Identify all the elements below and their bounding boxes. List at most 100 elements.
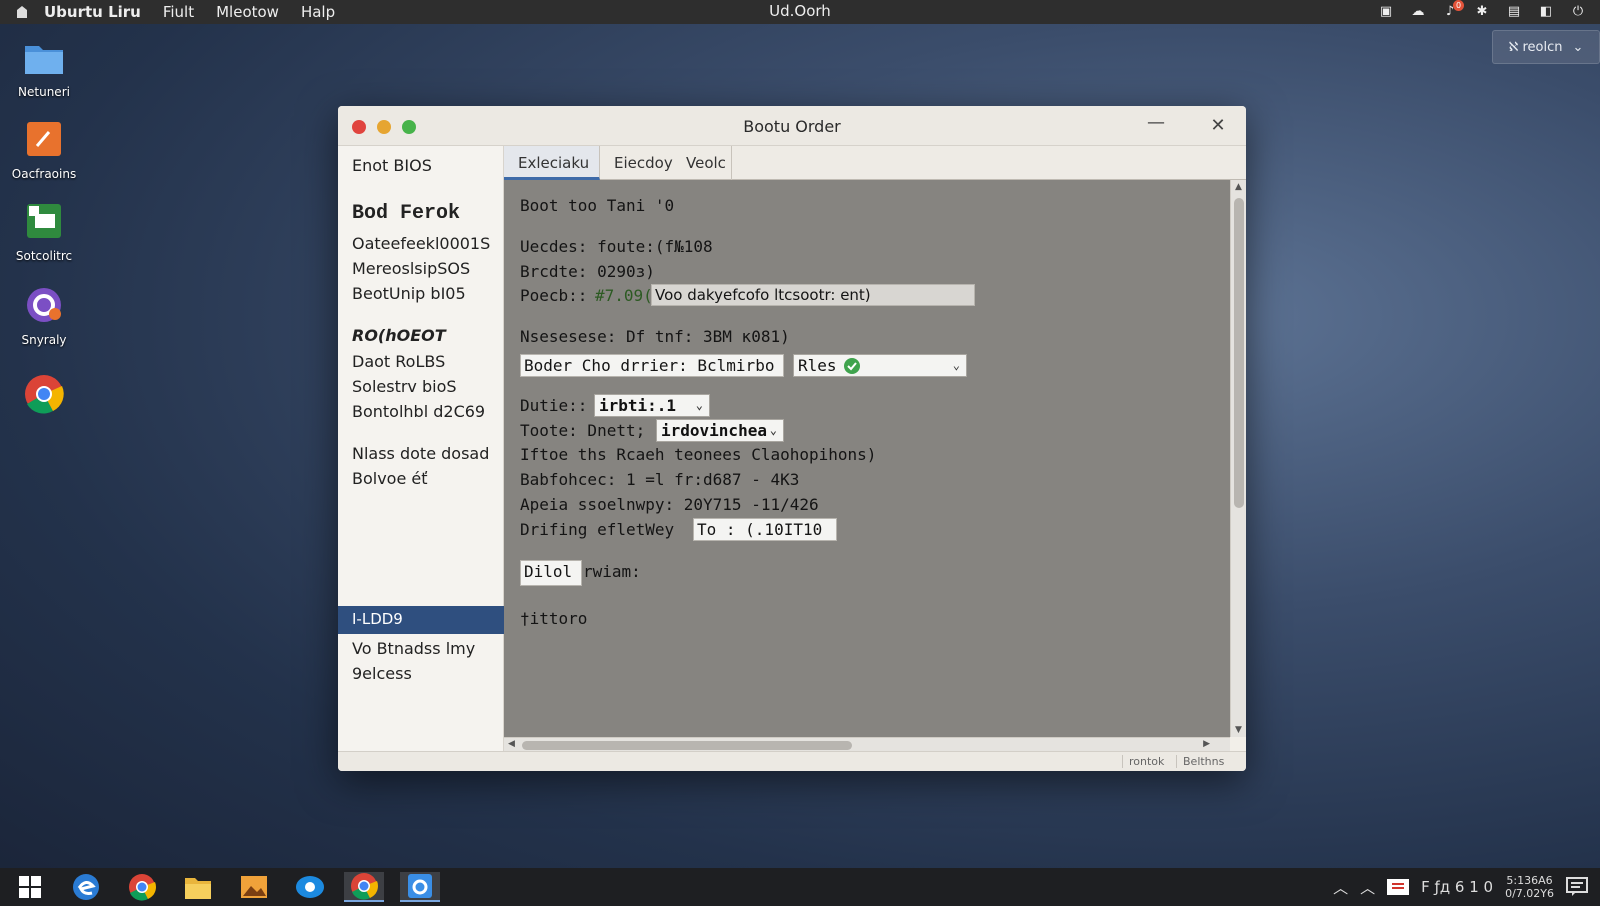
chevron-up-icon[interactable]: ︿ bbox=[1360, 877, 1375, 898]
horizontal-scrollbar[interactable]: ◀ ▶ bbox=[504, 737, 1230, 751]
taskbar-photos[interactable] bbox=[234, 872, 274, 902]
sidebar-item[interactable]: Nlass dote dosad bbox=[352, 444, 489, 463]
display-icon[interactable]: ◧ bbox=[1536, 4, 1556, 20]
timeout-field[interactable]: To : (.10IT10 bbox=[693, 518, 837, 541]
clock[interactable]: 5:136A6 0/7.02Y6 bbox=[1505, 874, 1554, 900]
notification-badge: 0 bbox=[1453, 0, 1464, 11]
app-logo-icon[interactable] bbox=[14, 4, 30, 20]
menu-app-name[interactable]: Uburtu Liru bbox=[44, 3, 141, 21]
flag-icon[interactable] bbox=[1387, 879, 1410, 895]
boot-config-panel: Boot too Tani '0 Uecdes: foute:(f№108 Br… bbox=[504, 180, 1230, 737]
desktop-icon-spreadsheet[interactable]: Sotcolitrc bbox=[8, 202, 80, 263]
file-explorer-icon bbox=[185, 878, 211, 899]
sidebar-item[interactable]: Bolvoe éť bbox=[352, 469, 428, 488]
status-bar: rontok Belthns bbox=[338, 751, 1246, 771]
sidebar-item-selected[interactable]: I-LDD9 bbox=[338, 606, 504, 634]
desktop-icon-label: Snyraly bbox=[21, 333, 67, 347]
boot-order-window: Bootu Order — ✕ Enot BIOS Bod Ferok Oate… bbox=[338, 106, 1246, 771]
status-item: rontok bbox=[1122, 755, 1164, 768]
battery-icon[interactable]: ▤ bbox=[1504, 4, 1524, 20]
sidebar-item[interactable]: MereoslsipSOS bbox=[352, 259, 470, 278]
taskbar-files[interactable] bbox=[178, 872, 218, 902]
screen-selector-button[interactable]: ℵ reolcn ⌄ bbox=[1492, 30, 1600, 64]
sidebar-item[interactable]: Oateefeekl0001S bbox=[352, 234, 490, 253]
spreadsheet-app-icon bbox=[27, 204, 61, 238]
content-line: Iftoe ths Rcaeh teonees Claohopihons) bbox=[520, 445, 877, 464]
start-button[interactable] bbox=[10, 872, 50, 902]
sidebar-item-top[interactable]: Enot BIOS bbox=[352, 156, 432, 175]
rules-select-value: Rles bbox=[798, 356, 837, 375]
system-tray: ︿ ︿ F ƒд 6 1 0 5:136A6 0/7.02Y6 bbox=[1333, 868, 1600, 906]
desktop-icon-chrome[interactable] bbox=[8, 374, 80, 421]
boot-driver-field[interactable]: Boder Cho drrier: Bclmirbo bbox=[520, 354, 784, 377]
scroll-right-icon[interactable]: ▶ bbox=[1203, 739, 1210, 749]
content-line-label: Drifing efletWey bbox=[520, 520, 675, 539]
sidebar-item[interactable]: Solestrv bioS bbox=[352, 377, 457, 396]
scroll-up-icon[interactable]: ▲ bbox=[1235, 182, 1242, 192]
check-circle-icon bbox=[844, 358, 860, 374]
desktop-icon-chat[interactable]: Snyraly bbox=[8, 286, 80, 347]
desktop-icon-label: Sotcolitrc bbox=[15, 249, 73, 263]
topbar-tray: ▣ ☁ ♪ 0 ✱ ▤ ◧ ⏻ bbox=[1376, 0, 1600, 24]
button-suffix-text: rwiam: bbox=[583, 562, 641, 581]
vertical-scrollbar[interactable]: ▲ ▼ bbox=[1230, 180, 1246, 737]
chevron-up-icon[interactable]: ︿ bbox=[1333, 877, 1348, 898]
cloud-icon[interactable]: ☁ bbox=[1408, 4, 1428, 20]
chrome-icon bbox=[25, 375, 64, 414]
chevron-down-icon: ⌄ bbox=[769, 423, 777, 437]
sidebar-subheading: RO(һOEOT bbox=[352, 326, 446, 345]
content-line-label: Poecb:: bbox=[520, 286, 588, 305]
desktop-icon-label: Netuneri bbox=[18, 85, 70, 99]
scroll-down-icon[interactable]: ▼ bbox=[1235, 725, 1242, 735]
power-icon[interactable]: ⏻ bbox=[1568, 4, 1588, 20]
dialog-button[interactable]: Dilol bbox=[520, 560, 582, 586]
sidebar-item[interactable]: 9elcess bbox=[352, 664, 412, 683]
desktop-icon-tools[interactable]: Oacfraoins bbox=[8, 120, 80, 181]
sidebar-item[interactable]: Bontolhbl d2C69 bbox=[352, 402, 485, 421]
device-select[interactable]: irdovinchea ⌄ bbox=[656, 419, 784, 442]
tab-volume[interactable]: Veolc bbox=[672, 146, 732, 180]
screenshot-icon[interactable]: ▣ bbox=[1376, 4, 1396, 20]
sidebar-item[interactable]: BeotUnip bI05 bbox=[352, 284, 466, 303]
scroll-left-icon[interactable]: ◀ bbox=[508, 739, 515, 749]
menu-help[interactable]: Halp bbox=[301, 3, 335, 21]
menu-file[interactable]: Fiult bbox=[163, 3, 194, 21]
desktop-icon-folder[interactable]: Netuneri bbox=[8, 38, 80, 99]
horizontal-scroll-thumb[interactable] bbox=[522, 741, 852, 750]
taskbar-chrome[interactable] bbox=[122, 872, 162, 902]
date-select[interactable]: irbti:.1 ⌄ bbox=[594, 394, 710, 417]
store-app-icon bbox=[408, 874, 432, 898]
top-menu-bar: Uburtu Liru Fiult Mleotow Halp Ud.Oorh ▣… bbox=[0, 0, 1600, 24]
notification-center-icon[interactable] bbox=[1566, 877, 1588, 897]
menu-view[interactable]: Mleotow bbox=[216, 3, 279, 21]
bluetooth-icon[interactable]: ✱ bbox=[1472, 4, 1492, 20]
content-line: Babfohcec: 1 =l fr:d687 - 4K3 bbox=[520, 470, 800, 489]
rules-select[interactable]: Rles ⌄ bbox=[793, 354, 967, 377]
systray-text[interactable]: F ƒд 6 1 0 bbox=[1421, 878, 1493, 896]
close-icon[interactable]: ✕ bbox=[1204, 112, 1232, 140]
clock-date: 0/7.02Y6 bbox=[1505, 887, 1554, 900]
bell-icon[interactable]: ♪ 0 bbox=[1440, 0, 1464, 20]
sidebar-item[interactable]: Daot RoLBS bbox=[352, 352, 445, 371]
taskbar-store[interactable] bbox=[400, 872, 440, 902]
chevron-down-icon: ⌄ bbox=[1572, 39, 1584, 55]
taskbar-chrome-active[interactable] bbox=[344, 872, 384, 902]
minimize-icon[interactable]: — bbox=[1142, 112, 1170, 140]
taskbar-edge[interactable] bbox=[66, 872, 106, 902]
device-select-value: irdovinchea bbox=[661, 421, 767, 440]
vertical-scroll-thumb[interactable] bbox=[1234, 198, 1244, 508]
chevron-down-icon: ⌄ bbox=[952, 358, 960, 372]
chrome-icon bbox=[351, 873, 378, 900]
date-select-value: irbti:.1 bbox=[599, 396, 677, 415]
clock-time: 5:136A6 bbox=[1506, 874, 1553, 887]
content-line: Boot too Tani '0 bbox=[520, 196, 675, 215]
window-titlebar[interactable]: Bootu Order — ✕ bbox=[338, 106, 1246, 146]
content-line-label: Dutie:: bbox=[520, 396, 588, 415]
taskbar: ︿ ︿ F ƒд 6 1 0 5:136A6 0/7.02Y6 bbox=[0, 868, 1600, 906]
tab-execution[interactable]: Exleciaku bbox=[504, 146, 600, 180]
sidebar-item[interactable]: Vo Btnadss lmy bbox=[352, 639, 475, 658]
tools-app-icon bbox=[27, 122, 61, 156]
boot-path-field[interactable]: Voo dakyefcofo ltcsootr: ent) bbox=[651, 284, 975, 306]
taskbar-mail[interactable] bbox=[290, 872, 330, 902]
sidebar-heading: Bod Ferok bbox=[352, 202, 461, 225]
